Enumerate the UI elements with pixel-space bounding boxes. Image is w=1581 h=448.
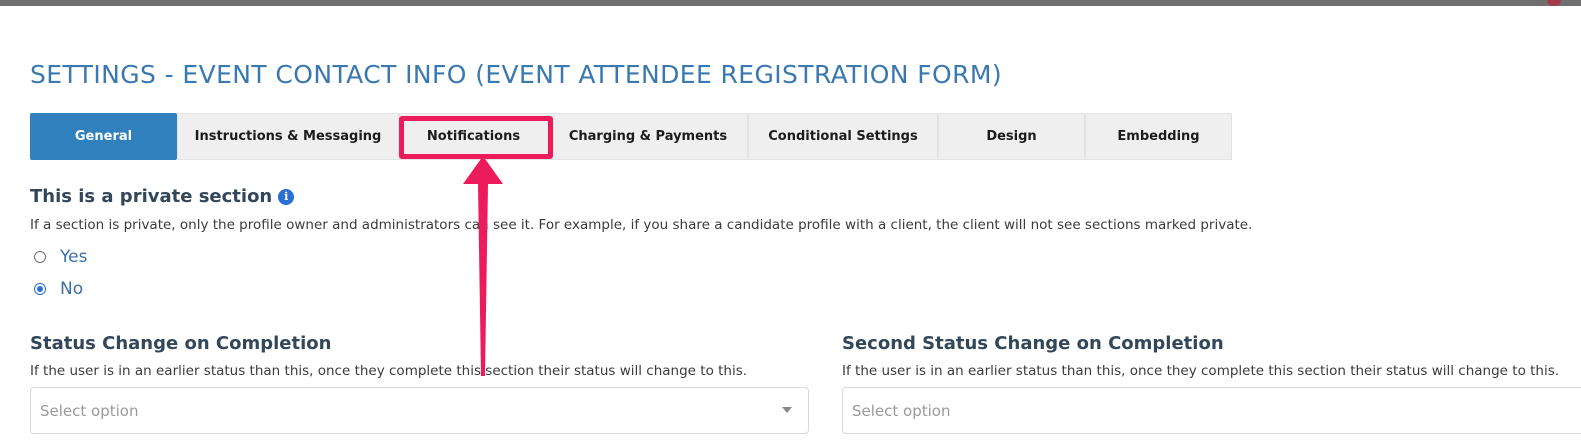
annotation-arrow-icon [463,156,503,376]
status-change-placeholder: Select option [40,401,139,420]
tab-charging-payments[interactable]: Charging & Payments [548,113,748,160]
tab-design[interactable]: Design [938,113,1085,160]
status-change-select[interactable]: Select option [30,387,809,434]
chevron-down-icon [782,407,792,413]
top-bar [0,0,1581,6]
second-status-change-help: If the user is in an earlier status than… [842,363,1560,379]
tab-general[interactable]: General [30,113,177,160]
radio-yes-label: Yes [60,247,88,267]
private-section-help: If a section is private, only the profil… [30,217,1253,233]
radio-no[interactable] [34,283,46,295]
status-change-heading: Status Change on Completion [30,333,332,354]
private-section-heading-text: This is a private section [30,186,273,207]
second-status-change-placeholder: Select option [852,401,951,420]
notification-indicator [1547,0,1561,6]
tab-instructions-messaging[interactable]: Instructions & Messaging [177,113,399,160]
annotation-arrow-shape [463,156,503,376]
tab-embedding[interactable]: Embedding [1085,113,1232,160]
radio-option-no[interactable]: No [34,279,83,299]
private-section-heading: This is a private section i [30,186,295,207]
settings-tabs: General Instructions & Messaging Notific… [30,113,1232,160]
page-title: SETTINGS - EVENT CONTACT INFO (EVENT ATT… [30,60,1002,89]
second-status-change-heading: Second Status Change on Completion [842,333,1224,354]
radio-yes[interactable] [34,251,46,263]
radio-no-label: No [60,279,84,299]
radio-option-yes[interactable]: Yes [34,247,87,267]
info-icon[interactable]: i [278,189,295,205]
tab-conditional-settings[interactable]: Conditional Settings [748,113,938,160]
status-change-help: If the user is in an earlier status than… [30,363,748,379]
second-status-change-select[interactable]: Select option [842,387,1581,434]
